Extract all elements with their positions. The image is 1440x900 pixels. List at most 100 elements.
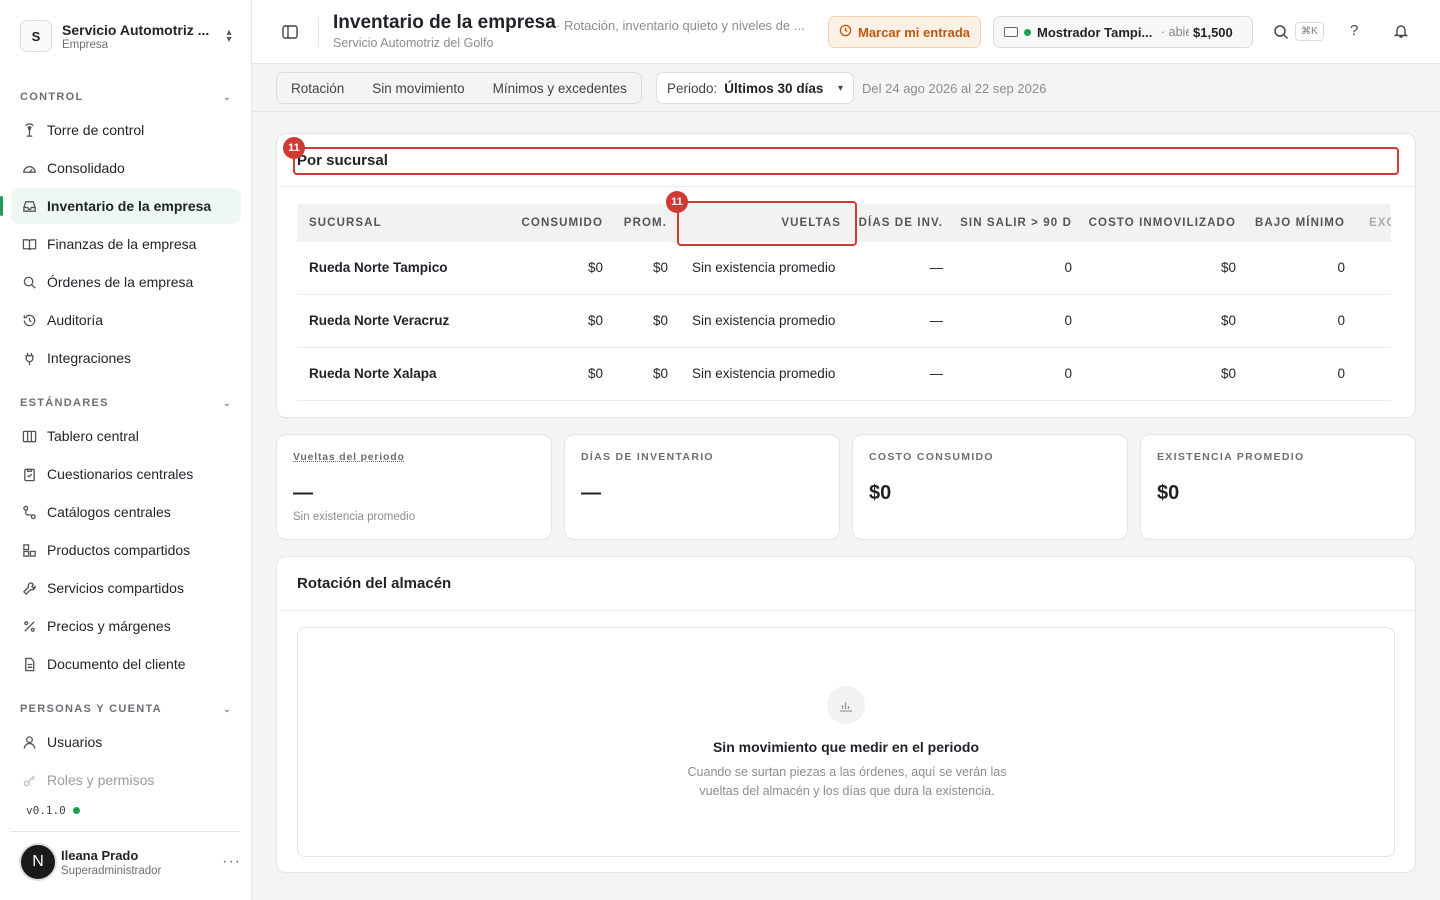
gauge-icon (21, 160, 37, 176)
date-range: Del 24 ago 2026 al 22 sep 2026 (862, 81, 1047, 96)
sidebar-item-auditoria[interactable]: Auditoría (11, 302, 241, 338)
cash-register-selector[interactable]: Mostrador Tampi... · abie $1,500 (993, 16, 1253, 48)
section-control[interactable]: CONTROL ⌄ (20, 91, 232, 103)
sidebar-item-precios[interactable]: Precios y márgenes (11, 608, 241, 644)
sidebar-item-productos[interactable]: Productos compartidos (11, 532, 241, 568)
column-header[interactable]: EXC (1369, 217, 1391, 229)
route-icon (21, 504, 37, 520)
title-highlight (293, 147, 1399, 175)
header: Inventario de la empresa Servicio Automo… (252, 0, 1440, 64)
sidebar: S Servicio Automotriz ... Empresa ▴ ▾ CON… (0, 0, 252, 900)
stat-note: Sin existencia promedio (293, 511, 416, 523)
chevron-down-icon: ⌄ (223, 91, 232, 102)
column-header[interactable]: VUELTAS (677, 217, 841, 229)
section-estandares[interactable]: ESTÁNDARES ⌄ (20, 397, 232, 409)
key-icon (21, 772, 37, 788)
column-header[interactable]: SUCURSAL (309, 217, 382, 229)
stat-label[interactable]: Vueltas del periodo (293, 451, 405, 463)
user-role: Superadministrador (61, 864, 162, 877)
shortcut-hint: ⌘K (1295, 22, 1324, 41)
stat-value: $0 (1157, 482, 1180, 504)
card-title: Rotación del almacén (297, 575, 452, 592)
sidebar-item-catalogos[interactable]: Catálogos centrales (11, 494, 241, 530)
sidebar-item-usuarios[interactable]: Usuarios (11, 724, 241, 760)
inbox-icon (21, 198, 37, 214)
register-amount: $1,500 (1193, 24, 1233, 40)
card-title: Por sucursal (297, 152, 388, 169)
percent-icon (21, 618, 37, 634)
column-header[interactable]: SIN SALIR > 90 D (957, 217, 1072, 229)
column-header[interactable]: CONSUMIDO (497, 217, 603, 229)
register-state: · abie (1161, 25, 1189, 39)
column-header[interactable]: BAJO MÍNIMO (1247, 217, 1345, 229)
user-name: Ileana Prado (61, 847, 139, 863)
chevron-updown-icon: ▴ ▾ (226, 27, 232, 45)
stat-card-vueltas: Vueltas del periodo — Sin existencia pro… (276, 434, 552, 540)
sidebar-item-roles[interactable]: Roles y permisos (11, 762, 241, 798)
sidebar-toggle-icon[interactable] (281, 23, 299, 41)
period-select[interactable]: Periodo: Últimos 30 días ▾ (656, 72, 854, 104)
more-icon[interactable]: ··· (222, 853, 241, 871)
divider (10, 831, 240, 832)
chevron-down-icon: ⌄ (223, 397, 232, 408)
branch-card: Por sucursal SUCURSAL CONSUMIDO PROM. VU… (276, 133, 1416, 418)
page-description: · Rotación, inventario quieto y niveles … (556, 18, 805, 33)
page-subtitle: Servicio Automotriz del Golfo (333, 36, 494, 50)
cash-icon (1004, 27, 1018, 37)
section-personas[interactable]: PERSONAS Y CUENTA ⌄ (20, 703, 232, 715)
help-icon[interactable]: ? (1350, 22, 1358, 39)
clock-in-button[interactable]: Marcar mi entrada (828, 16, 981, 48)
sidebar-item-inventario[interactable]: Inventario de la empresa (0, 188, 241, 224)
stat-card-dias: DÍAS DE INVENTARIO — (564, 434, 840, 540)
stat-card-costo: COSTO CONSUMIDO $0 (852, 434, 1128, 540)
boxes-icon (21, 542, 37, 558)
branch-table: SUCURSAL CONSUMIDO PROM. VUELTAS DÍAS DE… (297, 204, 1391, 404)
tab-minimos[interactable]: Mínimos y excedentes (479, 73, 641, 103)
bell-icon[interactable] (1393, 23, 1409, 39)
table-row[interactable]: Rueda Norte Xalapa $0 $0 Sin existencia … (297, 348, 1391, 401)
workspace-type: Empresa (62, 38, 109, 51)
empty-title: Sin movimiento que medir en el periodo (712, 739, 980, 755)
table-row[interactable]: Rueda Norte Tampico $0 $0 Sin existencia… (297, 242, 1391, 295)
sidebar-item-torre[interactable]: Torre de control (11, 112, 241, 148)
view-tabs: Rotación Sin movimiento Mínimos y excede… (276, 72, 642, 104)
tab-rotacion[interactable]: Rotación (277, 73, 358, 103)
sidebar-item-consolidado[interactable]: Consolidado (11, 150, 241, 186)
rotation-card: Rotación del almacén Sin movimiento que … (276, 556, 1416, 873)
stat-label: DÍAS DE INVENTARIO (581, 451, 714, 463)
status-dot (72, 807, 80, 814)
wrench-icon (21, 580, 37, 596)
column-header[interactable]: PROM. (607, 217, 667, 229)
sidebar-item-cuestionarios[interactable]: Cuestionarios centrales (11, 456, 241, 492)
table-header: SUCURSAL CONSUMIDO PROM. VUELTAS DÍAS DE… (297, 204, 1391, 242)
search-icon[interactable] (1273, 24, 1289, 40)
divider (318, 18, 319, 46)
divider (277, 610, 1415, 611)
sidebar-item-integraciones[interactable]: Integraciones (11, 340, 241, 376)
workspace-switcher[interactable]: S Servicio Automotriz ... Empresa ▴ ▾ (20, 18, 236, 54)
search-icon (21, 274, 37, 290)
tab-sin-movimiento[interactable]: Sin movimiento (358, 73, 478, 103)
user-icon (21, 734, 37, 750)
chevron-down-icon: ▾ (837, 82, 843, 94)
column-header[interactable]: DÍAS DE INV. (857, 217, 943, 229)
empty-text: Cuando se surtan piezas a las órdenes, a… (687, 765, 1007, 798)
book-icon (21, 236, 37, 252)
sidebar-item-tablero[interactable]: Tablero central (11, 418, 241, 454)
register-name: Mostrador Tampi... (1037, 24, 1153, 40)
history-icon (21, 312, 37, 328)
sidebar-item-ordenes[interactable]: Órdenes de la empresa (11, 264, 241, 300)
table-row[interactable]: Rueda Norte Veracruz $0 $0 Sin existenci… (297, 295, 1391, 348)
version-label: v0.1.0 (26, 804, 80, 817)
clipboard-icon (21, 466, 37, 482)
plug-icon (21, 350, 37, 366)
column-header[interactable]: COSTO INMOVILIZADO (1087, 217, 1236, 229)
document-icon (21, 656, 37, 672)
sidebar-item-servicios[interactable]: Servicios compartidos (11, 570, 241, 606)
page-title: Inventario de la empresa (333, 12, 556, 33)
user-menu[interactable]: N Ileana Prado Superadministrador ··· (19, 842, 241, 882)
stat-label: EXISTENCIA PROMEDIO (1157, 451, 1305, 463)
sidebar-item-finanzas[interactable]: Finanzas de la empresa (11, 226, 241, 262)
sidebar-item-documento[interactable]: Documento del cliente (11, 646, 241, 682)
avatar: N (19, 843, 57, 881)
